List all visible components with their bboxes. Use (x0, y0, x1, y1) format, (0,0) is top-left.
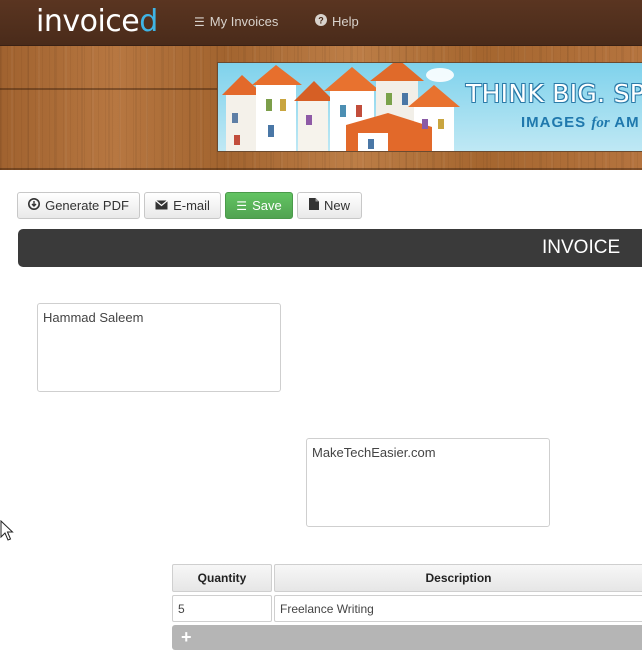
generate-pdf-label: Generate PDF (45, 198, 129, 213)
logo-text: invoice (36, 4, 140, 39)
nav-my-invoices[interactable]: ☰ My Invoices (194, 13, 278, 31)
banner-subline-part: IMAGES (521, 114, 592, 131)
banner-headline: THINK BIG. SPE (466, 79, 642, 108)
nav-help-label: Help (332, 14, 359, 29)
add-row-button[interactable]: + (172, 625, 642, 650)
banner-subline: IMAGES for AM (521, 114, 640, 132)
column-header-description: Description (274, 564, 642, 592)
envelope-icon (155, 199, 168, 213)
advertisement-banner[interactable]: THINK BIG. SPE IMAGES for AM (217, 62, 642, 152)
banner-subline-part: AM (609, 114, 640, 131)
list-icon: ☰ (194, 15, 205, 29)
row-1-description-input[interactable]: Freelance Writing (274, 595, 642, 622)
svg-text:?: ? (318, 16, 324, 26)
email-button[interactable]: E-mail (144, 192, 221, 219)
mouse-cursor-icon (0, 520, 14, 541)
email-label: E-mail (173, 198, 210, 213)
new-button[interactable]: New (297, 192, 362, 219)
plus-icon: + (181, 627, 192, 647)
banner-subline-italic: for (591, 115, 610, 131)
save-label: Save (252, 198, 282, 213)
save-button[interactable]: ☰ Save (225, 192, 293, 219)
nav-help[interactable]: ? Help (315, 13, 359, 31)
logo-accent-letter: d (139, 4, 158, 39)
wood-plank-divider (0, 168, 642, 170)
column-header-quantity: Quantity (172, 564, 272, 592)
nav-my-invoices-label: My Invoices (209, 14, 279, 29)
generate-pdf-button[interactable]: Generate PDF (17, 192, 140, 219)
new-label: New (323, 198, 350, 213)
download-circle-icon (28, 198, 41, 213)
question-circle-icon: ? (315, 13, 327, 31)
file-icon (308, 198, 319, 213)
row-1-quantity-input[interactable]: 5 (172, 595, 272, 622)
invoice-title[interactable]: INVOICE (542, 229, 620, 267)
from-address-field[interactable]: Hammad Saleem (37, 303, 281, 392)
top-navbar: invoiced ☰ My Invoices ? Help (0, 0, 642, 46)
to-address-field[interactable]: MakeTechEasier.com (306, 438, 550, 527)
app-logo[interactable]: invoiced (36, 2, 158, 42)
list-icon: ☰ (236, 198, 248, 213)
